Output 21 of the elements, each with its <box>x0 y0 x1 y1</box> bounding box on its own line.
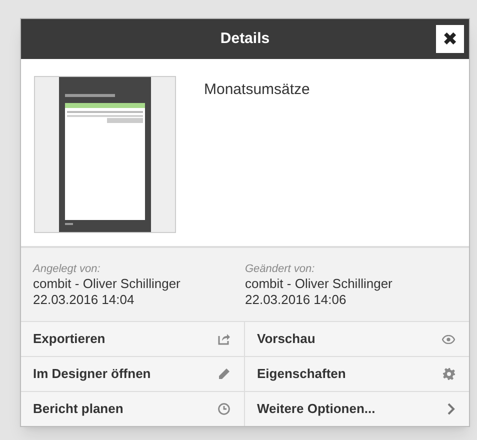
info-label: Geändert von: <box>245 262 316 276</box>
dialog-title: Details <box>220 28 270 49</box>
action-button[interactable]: Im Designer öffnen <box>21 356 245 391</box>
action-button[interactable]: Vorschau <box>245 321 469 356</box>
eye-icon <box>442 334 455 344</box>
pencil-icon <box>218 368 230 380</box>
close-button[interactable]: ✖ <box>436 25 464 53</box>
user-name: combit - Oliver Schillinger <box>245 276 394 292</box>
user-name: combit - Oliver Schillinger <box>33 276 182 292</box>
info-label: Angelegt von: <box>33 262 102 276</box>
action-button[interactable]: Exportieren <box>21 321 245 356</box>
report-name: Monatsumsätze <box>204 80 310 100</box>
action-button[interactable]: Weitere Optionen... <box>245 391 469 426</box>
timestamp: 22.03.2016 14:06 <box>245 292 348 308</box>
timestamp: 22.03.2016 14:04 <box>33 292 136 308</box>
action-button[interactable]: Eigenschaften <box>245 356 469 391</box>
clock-icon <box>218 403 230 415</box>
settings-icon <box>443 368 455 380</box>
chevron-right-icon <box>447 403 455 415</box>
share-icon <box>218 333 230 345</box>
action-button[interactable]: Bericht planen <box>21 391 245 426</box>
